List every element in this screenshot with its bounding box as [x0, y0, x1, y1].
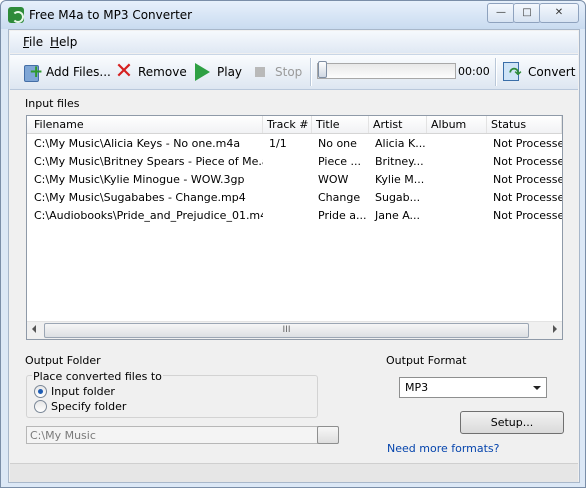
stop-label: Stop [275, 65, 303, 79]
cell-track [263, 171, 312, 189]
cell-title: Change [318, 191, 361, 204]
setup-button[interactable]: Setup... [460, 411, 564, 434]
window-title: Free M4a to MP3 Converter [29, 8, 193, 22]
cell-status: Not Processed [493, 209, 562, 222]
specify-folder-label: Specify folder [51, 400, 127, 413]
cell-album [427, 153, 487, 171]
remove-label: Remove [138, 65, 187, 79]
toolbar-separator [495, 58, 497, 86]
input-files-label: Input files [25, 97, 80, 110]
scroll-right-icon[interactable] [553, 325, 557, 333]
cell-title: No one [318, 137, 357, 150]
output-folder-label: Output Folder [25, 354, 101, 367]
format-select[interactable]: MP3 [399, 377, 547, 398]
cell-artist: Sugab... [375, 191, 421, 204]
cell-album [427, 135, 487, 153]
status-bar [10, 463, 578, 482]
column-album[interactable]: Album [427, 116, 487, 133]
close-button[interactable]: ✕ [539, 3, 579, 23]
chevron-down-icon [533, 386, 541, 390]
input-folder-radio[interactable] [34, 385, 47, 398]
output-path-field[interactable]: C:\My Music [26, 426, 338, 444]
column-title[interactable]: Title [312, 116, 369, 133]
menu-file[interactable]: File [23, 35, 43, 49]
specify-folder-option[interactable]: Specify folder [34, 400, 126, 413]
menu-help[interactable]: Help [50, 35, 77, 49]
cell-filename: C:\My Music\Sugababes - Change.mp4 [34, 191, 246, 204]
cell-album [427, 207, 487, 225]
maximize-button[interactable]: □ [513, 3, 541, 23]
seek-thumb[interactable] [318, 61, 327, 78]
menu-bar: File Help [10, 31, 578, 53]
app-window: Free M4a to MP3 Converter — □ ✕ File Hel… [0, 0, 586, 488]
seek-bar[interactable] [317, 63, 456, 79]
input-folder-label: Input folder [51, 385, 115, 398]
place-converted-label: Place converted files to [32, 370, 163, 383]
cell-status: Not Processed [493, 191, 562, 204]
input-files-list[interactable]: Filename Track # Title Artist Album Stat… [26, 115, 563, 340]
title-bar: Free M4a to MP3 Converter — □ ✕ [1, 1, 585, 29]
cell-title: Pride a... [318, 209, 367, 222]
cell-title: Piece ... [318, 155, 362, 168]
scroll-left-icon[interactable] [32, 325, 36, 333]
format-select-value: MP3 [405, 381, 429, 394]
cell-filename: C:\My Music\Kylie Minogue - WOW.3gp [34, 173, 245, 186]
input-folder-option[interactable]: Input folder [34, 385, 115, 398]
add-files-button[interactable]: Add Files... [22, 60, 111, 84]
list-header: Filename Track # Title Artist Album Stat… [27, 116, 562, 134]
play-icon [195, 63, 210, 81]
column-artist[interactable]: Artist [369, 116, 427, 133]
cell-album [427, 189, 487, 207]
remove-x-icon: ✕ [114, 59, 134, 84]
table-row[interactable]: C:\Audiobooks\Pride_and_Prejudice_01.m4b… [27, 207, 562, 225]
cell-artist: Jane A... [375, 209, 421, 222]
cell-filename: C:\My Music\Britney Spears - Piece of Me… [34, 155, 263, 168]
horizontal-scrollbar[interactable]: III [27, 321, 562, 339]
specify-folder-radio[interactable] [34, 400, 47, 413]
convert-label: Convert [528, 65, 576, 79]
cell-artist: Alicia K... [375, 137, 426, 150]
toolbar-separator [310, 58, 312, 86]
table-row[interactable]: C:\My Music\Kylie Minogue - WOW.3gp WOW Ky… [27, 171, 562, 189]
column-status[interactable]: Status [487, 116, 562, 133]
cell-filename: C:\Audiobooks\Pride_and_Prejudice_01.m4b [34, 209, 263, 222]
add-files-icon [22, 62, 43, 82]
add-files-label: Add Files... [46, 65, 111, 79]
cell-track [263, 153, 312, 171]
cell-status: Not Processed [493, 137, 562, 150]
scroll-thumb[interactable]: III [44, 323, 529, 338]
cell-filename: C:\My Music\Alicia Keys - No one.m4a [34, 137, 241, 150]
remove-button[interactable]: ✕ Remove [114, 60, 187, 84]
cell-artist: Kylie M... [375, 173, 425, 186]
convert-icon [502, 61, 524, 83]
column-track[interactable]: Track # [263, 116, 312, 133]
client-area: File Help Add Files... ✕ Remove Play Sto… [8, 29, 580, 483]
column-filename[interactable]: Filename [27, 116, 263, 133]
output-format-label: Output Format [386, 354, 467, 367]
minimize-button[interactable]: — [487, 3, 515, 23]
cell-track [263, 189, 312, 207]
play-button[interactable]: Play [193, 60, 242, 84]
app-logo-icon [8, 7, 24, 23]
cell-artist: Britney... [375, 155, 424, 168]
convert-button[interactable]: Convert [502, 60, 575, 84]
play-label: Play [217, 65, 243, 79]
browse-folder-button[interactable] [317, 426, 339, 444]
more-formats-link[interactable]: Need more formats? [387, 442, 500, 455]
cell-album [427, 171, 487, 189]
cell-status: Not Processed [493, 173, 562, 186]
stop-button[interactable]: Stop [253, 60, 302, 84]
stop-icon [255, 67, 265, 77]
time-display: 00:00 [458, 65, 490, 78]
table-row[interactable]: C:\My Music\Alicia Keys - No one.m4a 1/1 N… [27, 135, 562, 153]
table-row[interactable]: C:\My Music\Britney Spears - Piece of Me… [27, 153, 562, 171]
cell-track [263, 207, 312, 225]
cell-status: Not Processed [493, 155, 562, 168]
cell-title: WOW [318, 173, 349, 186]
toolbar: Add Files... ✕ Remove Play Stop 00:00 Co… [10, 54, 578, 90]
cell-track: 1/1 [269, 137, 287, 150]
table-row[interactable]: C:\My Music\Sugababes - Change.mp4 Change… [27, 189, 562, 207]
